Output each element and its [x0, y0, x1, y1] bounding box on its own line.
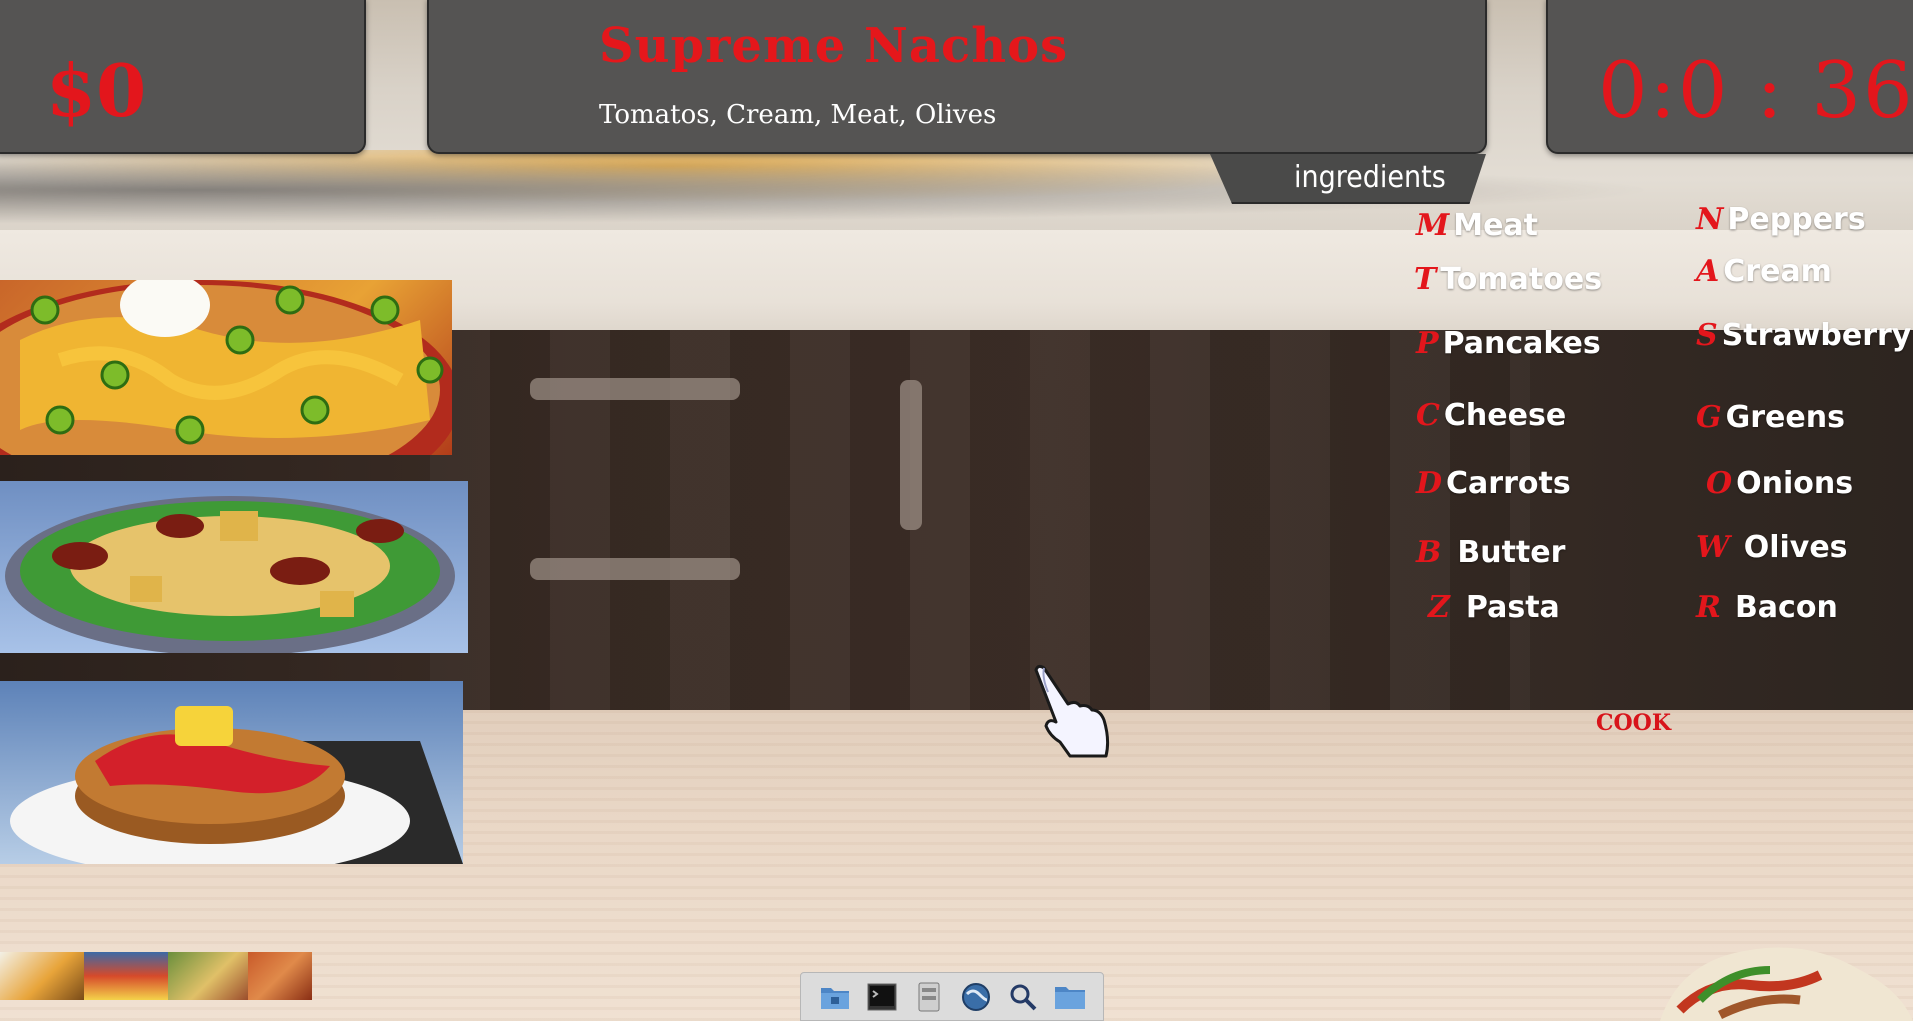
- ingredient-name: Cream: [1723, 254, 1832, 289]
- thumbnail-pasta[interactable]: [248, 952, 312, 1000]
- kitchen-shelf-blur: [0, 150, 1913, 230]
- ingredient-greens[interactable]: G Greens: [1696, 400, 1845, 435]
- taskbar-dock: [800, 972, 1104, 1021]
- cook-button[interactable]: cook: [1596, 700, 1671, 738]
- ingredient-meat[interactable]: M Meat: [1416, 208, 1538, 243]
- ingredient-bacon[interactable]: R Bacon: [1696, 590, 1838, 625]
- ingredient-olives[interactable]: W Olives: [1696, 530, 1848, 565]
- pancakes-dish-image[interactable]: [0, 681, 463, 864]
- ingredient-key: O: [1706, 466, 1733, 501]
- ingredient-name: Greens: [1725, 400, 1845, 435]
- order-title: Supreme Nachos: [599, 18, 1069, 74]
- ingredient-name: Cheese: [1443, 398, 1567, 433]
- thumbnail-salad[interactable]: [168, 952, 248, 1000]
- nachos-illustration: [0, 280, 452, 455]
- ingredient-tomatoes[interactable]: T Tomatoes: [1414, 262, 1602, 297]
- ingredient-key: B: [1416, 535, 1442, 570]
- ingredient-carrots[interactable]: D Carrots: [1416, 466, 1571, 501]
- ingredient-key: P: [1416, 326, 1439, 361]
- money-panel: $0: [0, 0, 366, 154]
- salad-dish-image[interactable]: [0, 481, 468, 653]
- ingredient-name: Pancakes: [1442, 326, 1601, 361]
- thumbnail-pancakes[interactable]: [84, 952, 168, 1000]
- ingredient-pasta[interactable]: Z Pasta: [1428, 590, 1560, 625]
- timer-display: 0:0 : 36: [1598, 46, 1913, 136]
- cabinet-handle: [530, 378, 740, 400]
- hand-cursor-icon: [1034, 664, 1110, 758]
- file-manager-icon[interactable]: [913, 981, 945, 1013]
- money-display: $0: [46, 48, 147, 133]
- order-panel: Supreme Nachos Tomatos, Cream, Meat, Oli…: [427, 0, 1487, 154]
- ingredient-name: Strawberry: [1721, 318, 1912, 353]
- pancakes-illustration: [10, 706, 463, 864]
- ingredient-name: Meat: [1453, 208, 1539, 243]
- ingredient-key: W: [1696, 530, 1730, 565]
- ingredient-key: G: [1696, 400, 1722, 435]
- ingredient-name: Peppers: [1727, 202, 1866, 237]
- thumbnail-nachos[interactable]: [0, 952, 84, 1000]
- cabinet-handle: [530, 558, 740, 580]
- ingredient-key: T: [1414, 262, 1437, 297]
- ingredients-tab: ingredients: [1210, 154, 1486, 204]
- ingredient-name: Olives: [1743, 530, 1848, 565]
- search-icon[interactable]: [1007, 981, 1039, 1013]
- web-browser-icon[interactable]: [960, 981, 992, 1013]
- ingredient-cream[interactable]: A Cream: [1696, 254, 1832, 289]
- dish-thumbnails: [0, 952, 312, 1000]
- wrap-food-image: [1660, 947, 1913, 1021]
- ingredient-name: Carrots: [1446, 466, 1571, 501]
- ingredient-strawberry[interactable]: S Strawberry: [1696, 318, 1911, 353]
- order-ingredients: Tomatos, Cream, Meat, Olives: [599, 100, 997, 130]
- timer-panel: 0:0 : 36: [1546, 0, 1913, 154]
- ingredient-key: D: [1416, 466, 1443, 501]
- ingredient-onions[interactable]: O Onions: [1706, 466, 1853, 501]
- ingredients-tab-label: ingredients: [1294, 160, 1446, 195]
- terminal-icon[interactable]: [866, 981, 898, 1013]
- ingredient-key: R: [1696, 590, 1721, 625]
- ingredient-key: Z: [1428, 590, 1450, 625]
- ingredient-butter[interactable]: B Butter: [1416, 535, 1565, 570]
- cabinet-handle: [900, 380, 922, 530]
- ingredient-name: Onions: [1736, 466, 1854, 501]
- ingredient-name: Tomatoes: [1440, 262, 1603, 297]
- ingredient-peppers[interactable]: N Peppers: [1696, 202, 1866, 237]
- ingredient-key: C: [1416, 398, 1440, 433]
- ingredient-name: Pasta: [1465, 590, 1560, 625]
- ingredient-pancakes[interactable]: P Pancakes: [1416, 326, 1601, 361]
- folder-icon[interactable]: [1054, 981, 1086, 1013]
- ingredient-key: S: [1696, 318, 1718, 353]
- nachos-dish-image[interactable]: [0, 280, 452, 455]
- ingredient-key: N: [1696, 202, 1724, 237]
- ingredient-key: M: [1416, 208, 1450, 243]
- home-folder-icon[interactable]: [819, 981, 851, 1013]
- ingredient-name: Bacon: [1734, 590, 1838, 625]
- ingredient-name: Butter: [1457, 535, 1566, 570]
- ingredient-key: A: [1696, 254, 1720, 289]
- ingredient-cheese[interactable]: C Cheese: [1416, 398, 1566, 433]
- salad-illustration: [5, 496, 455, 653]
